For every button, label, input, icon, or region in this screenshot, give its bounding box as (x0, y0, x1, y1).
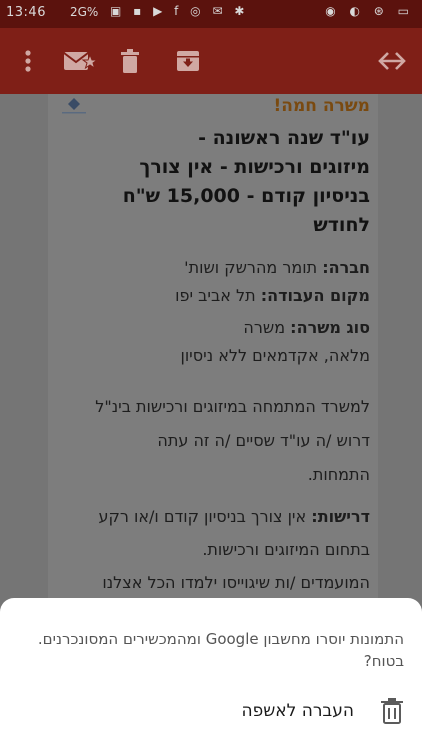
company-row: חברה: תומר מהרשק ושות' (184, 258, 370, 277)
location-row: מקום העבודה: תל אביב יפו (175, 286, 370, 305)
status-bar: 13:46 2G% ▣ ▪ ▶ f ◎ ✉ ✱ ◉ ◐ ⊛ ▭ (0, 0, 422, 28)
email-toolbar (0, 28, 422, 94)
archive-icon[interactable] (168, 28, 208, 94)
more-vert-icon[interactable] (10, 28, 46, 94)
system-icons: ◉ ◐ ⊛ ▭ (325, 4, 414, 18)
move-icon[interactable] (372, 28, 412, 94)
email-card: משרה חמה! עו"ד שנה ראשונה - מיזוגים ורכי… (48, 94, 378, 614)
confirm-message: התמונות יוסרו מחשבון Google ומהמכשירים ה… (37, 630, 404, 670)
delete-icon[interactable] (112, 28, 148, 94)
requirements-paragraph: דרישות: אין צורך בניסיון קודם ו/או רקע ב… (98, 507, 370, 592)
move-to-trash-button[interactable]: העברה לאשפה (0, 698, 422, 728)
move-to-trash-label: העברה לאשפה (241, 701, 354, 721)
status-time: 13:46 (6, 5, 46, 20)
description-paragraph: למשרד המתמחה במיזוגים ורכישות בינ"ל דרוש… (95, 397, 370, 484)
job-type-row: סוג משרה: משרה (243, 318, 370, 337)
confirm-bottom-sheet: התמונות יוסרו מחשבון Google ומהמכשירים ה… (0, 598, 422, 750)
job-details: חברה: תומר מהרשק ושות' מקום העבודה: תל א… (48, 254, 378, 599)
job-title: עו"ד שנה ראשונה - מיזוגים ורכישות - אין … (122, 127, 370, 236)
mark-unread-icon[interactable] (58, 28, 102, 94)
network-indicator: 2G% (70, 5, 99, 19)
notification-icons: ▣ ▪ ▶ f ◎ ✉ ✱ (110, 4, 249, 18)
hot-job-heading: משרה חמה! (273, 96, 370, 116)
email-body: משרה חמה! עו"ד שנה ראשונה - מיזוגים ורכי… (0, 94, 422, 614)
trash-icon (381, 698, 403, 724)
